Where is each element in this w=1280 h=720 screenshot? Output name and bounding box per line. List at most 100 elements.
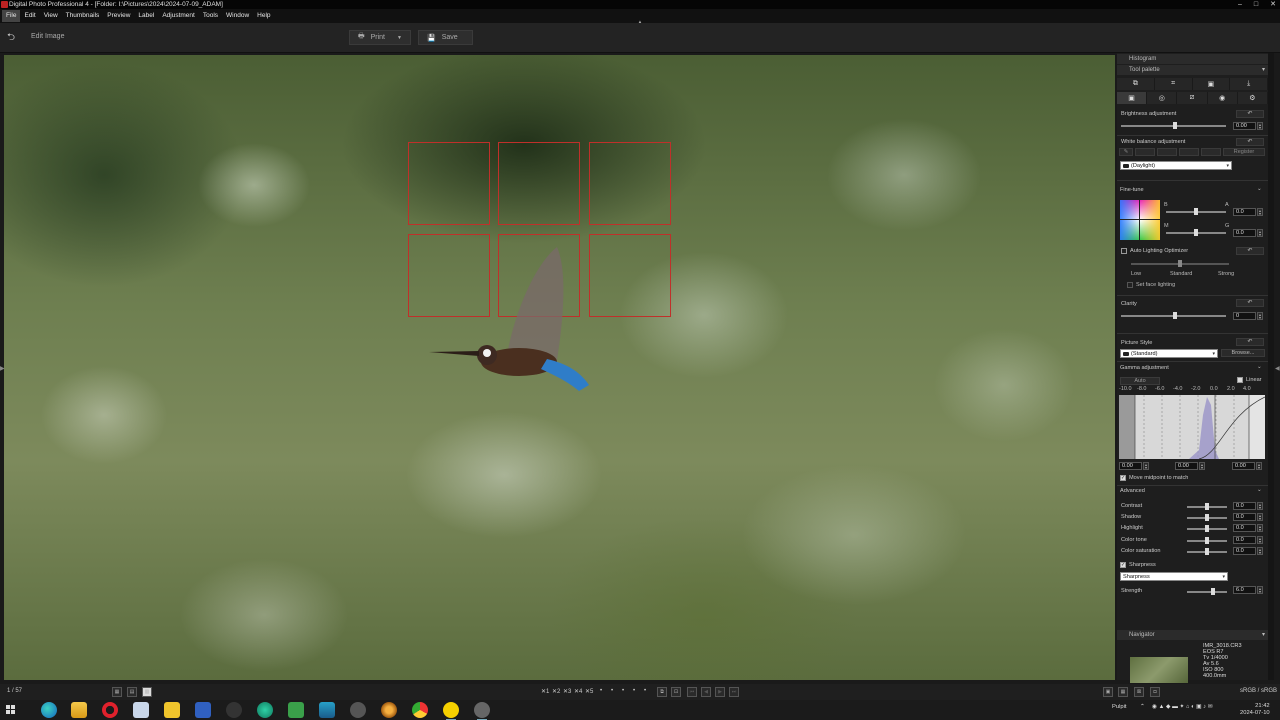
contrast-spinner[interactable]: ▴ ▾ — [1257, 502, 1263, 510]
save-button[interactable]: 💾 Save — [418, 30, 473, 45]
brightness-reset-button[interactable]: ↶ — [1236, 110, 1264, 118]
brightness-slider[interactable] — [1121, 122, 1226, 129]
slider-knob[interactable] — [1194, 208, 1198, 215]
close-button[interactable]: ✕ — [1270, 0, 1276, 9]
tab-settings[interactable]: ⚙ — [1237, 92, 1269, 104]
highlight-spinner[interactable]: ▴ ▾ — [1257, 524, 1263, 532]
maximize-button[interactable]: □ — [1254, 0, 1258, 9]
next-image-icon[interactable]: ▶ — [715, 687, 725, 697]
opera-icon[interactable] — [102, 702, 118, 718]
right-panel-toggle-icon[interactable]: ◀ — [1275, 365, 1280, 372]
face-lighting-checkbox[interactable] — [1127, 282, 1133, 288]
file-explorer-icon[interactable] — [71, 702, 87, 718]
camera-icon[interactable]: ◘ — [1150, 687, 1160, 697]
shadow-slider[interactable] — [1187, 514, 1227, 521]
strength-slider[interactable] — [1187, 588, 1227, 595]
slider-knob[interactable] — [1211, 588, 1215, 595]
first-image-icon[interactable]: ⏮ — [687, 687, 697, 697]
gamma-right-value-field[interactable]: 0.00 — [1232, 462, 1255, 470]
menu-preview[interactable]: Preview — [103, 10, 134, 22]
color-tone-spinner[interactable]: ▴ ▾ — [1257, 536, 1263, 544]
tab-crop[interactable]: ⌗ — [1154, 78, 1193, 90]
contrast-value-field[interactable]: 0.0 — [1233, 502, 1256, 510]
star-rating-button[interactable]: • — [644, 688, 646, 694]
blue-amber-slider[interactable] — [1166, 208, 1226, 215]
highlight-warning-icon[interactable]: ⊠ — [1134, 687, 1144, 697]
chevron-down-icon[interactable]: ▾ — [1262, 65, 1265, 75]
app-green-icon[interactable] — [288, 702, 304, 718]
left-panel-toggle-icon[interactable]: ▶ — [0, 365, 5, 372]
sharpness-checkbox[interactable]: ✓ — [1120, 562, 1126, 568]
slider-knob[interactable] — [1205, 514, 1209, 521]
edge-icon[interactable] — [41, 702, 57, 718]
app-penguin-icon[interactable] — [350, 702, 366, 718]
norton-icon[interactable] — [443, 702, 459, 720]
gamma-mid-spinner[interactable]: ▴ ▾ — [1199, 462, 1205, 470]
tab-exposure[interactable]: ▣ — [1117, 92, 1148, 104]
magenta-green-spinner[interactable]: ▴ ▾ — [1257, 229, 1263, 237]
previous-image-icon[interactable]: ◀ — [701, 687, 711, 697]
slider-knob[interactable] — [1173, 312, 1177, 319]
slider-knob[interactable] — [1194, 229, 1198, 236]
alo-slider[interactable] — [1131, 260, 1229, 267]
slider-knob[interactable] — [1178, 260, 1182, 267]
color-saturation-spinner[interactable]: ▴ ▾ — [1257, 547, 1263, 555]
app-eye-icon[interactable] — [381, 702, 397, 718]
menu-tools[interactable]: Tools — [199, 10, 222, 22]
chevron-down-icon[interactable]: ⌄ — [1257, 487, 1262, 493]
print-button[interactable]: 🖶 Print ▼ — [349, 30, 411, 45]
register-button[interactable]: Register — [1223, 148, 1265, 156]
gamma-histogram-graph[interactable] — [1119, 395, 1265, 459]
blue-amber-spinner[interactable]: ▴ ▾ — [1257, 208, 1263, 216]
gamma-auto-button[interactable]: Auto — [1120, 377, 1160, 385]
rating-mark-button[interactable]: ✕2 — [552, 688, 560, 695]
highlight-slider[interactable] — [1187, 525, 1227, 532]
menu-label[interactable]: Label — [134, 10, 158, 22]
slider-knob[interactable] — [1205, 525, 1209, 532]
chevron-down-icon[interactable]: ⌄ — [1257, 364, 1262, 370]
contrast-slider[interactable] — [1187, 503, 1227, 510]
floppy-save-icon[interactable] — [195, 702, 211, 718]
color-saturation-slider[interactable] — [1187, 548, 1227, 555]
taskbar-clock[interactable]: 21:42 2024-07-10 — [1240, 703, 1270, 717]
rating-mark-button[interactable]: ✕5 — [585, 688, 593, 695]
magenta-green-slider[interactable] — [1166, 229, 1226, 236]
star-rating-button[interactable]: • — [622, 688, 624, 694]
app-box-icon[interactable] — [319, 702, 335, 718]
menu-file[interactable]: File — [2, 10, 21, 22]
star-rating-button[interactable]: • — [611, 688, 613, 694]
tab-detail[interactable]: ◎ — [1147, 92, 1178, 104]
chevron-down-icon[interactable]: ▾ — [1262, 630, 1265, 640]
last-image-icon[interactable]: ⏭ — [729, 687, 739, 697]
strength-value-field[interactable]: 6.0 — [1233, 586, 1256, 594]
compare-icon[interactable]: ⧉ — [657, 687, 667, 697]
brightness-value-field[interactable]: 0.00 — [1233, 122, 1256, 130]
dpp-app-icon[interactable] — [474, 702, 490, 720]
magenta-green-value-field[interactable]: 0.0 — [1233, 229, 1256, 237]
clarity-value-field[interactable]: 0 — [1233, 312, 1256, 320]
gamma-left-spinner[interactable]: ▴ ▾ — [1143, 462, 1149, 470]
tab-basic-adjust[interactable]: ⧉ — [1117, 78, 1155, 90]
tray-icons[interactable]: ◉ ▲ ◆ ▬ ✦ ⌂ ◐ ▣ ♪ ✉ — [1152, 704, 1213, 710]
gamma-right-spinner[interactable]: ▴ ▾ — [1256, 462, 1262, 470]
windows-start-icon[interactable] — [6, 705, 16, 715]
clarity-spinner[interactable]: ▴ ▾ — [1257, 312, 1263, 320]
chevron-down-icon[interactable]: ⌄ — [1257, 186, 1262, 192]
navigator-thumbnail[interactable] — [1130, 657, 1188, 683]
gamma-left-value-field[interactable]: 0.00 — [1119, 462, 1142, 470]
back-button[interactable]: ⮌ — [3, 31, 19, 44]
histogram-header[interactable]: Histogram — [1117, 54, 1268, 64]
layout-compare-icon[interactable]: ▥ — [142, 687, 152, 697]
picture-style-reset-button[interactable]: ↶ — [1236, 338, 1264, 346]
white-balance-reset-button[interactable]: ↶ — [1236, 138, 1264, 146]
move-midpoint-checkbox[interactable]: ✓ — [1120, 475, 1126, 481]
shadow-spinner[interactable]: ▴ ▾ — [1257, 513, 1263, 521]
clarity-slider[interactable] — [1121, 312, 1226, 319]
color-grid-picker[interactable] — [1120, 200, 1160, 240]
wb-preset-button[interactable] — [1135, 148, 1155, 156]
slider-knob[interactable] — [1205, 548, 1209, 555]
navigator-header[interactable]: Navigator ▾ — [1117, 630, 1268, 640]
alo-checkbox[interactable] — [1121, 248, 1127, 254]
menu-edit[interactable]: Edit — [20, 10, 39, 22]
desktop-label[interactable]: Pulpit — [1112, 704, 1127, 710]
